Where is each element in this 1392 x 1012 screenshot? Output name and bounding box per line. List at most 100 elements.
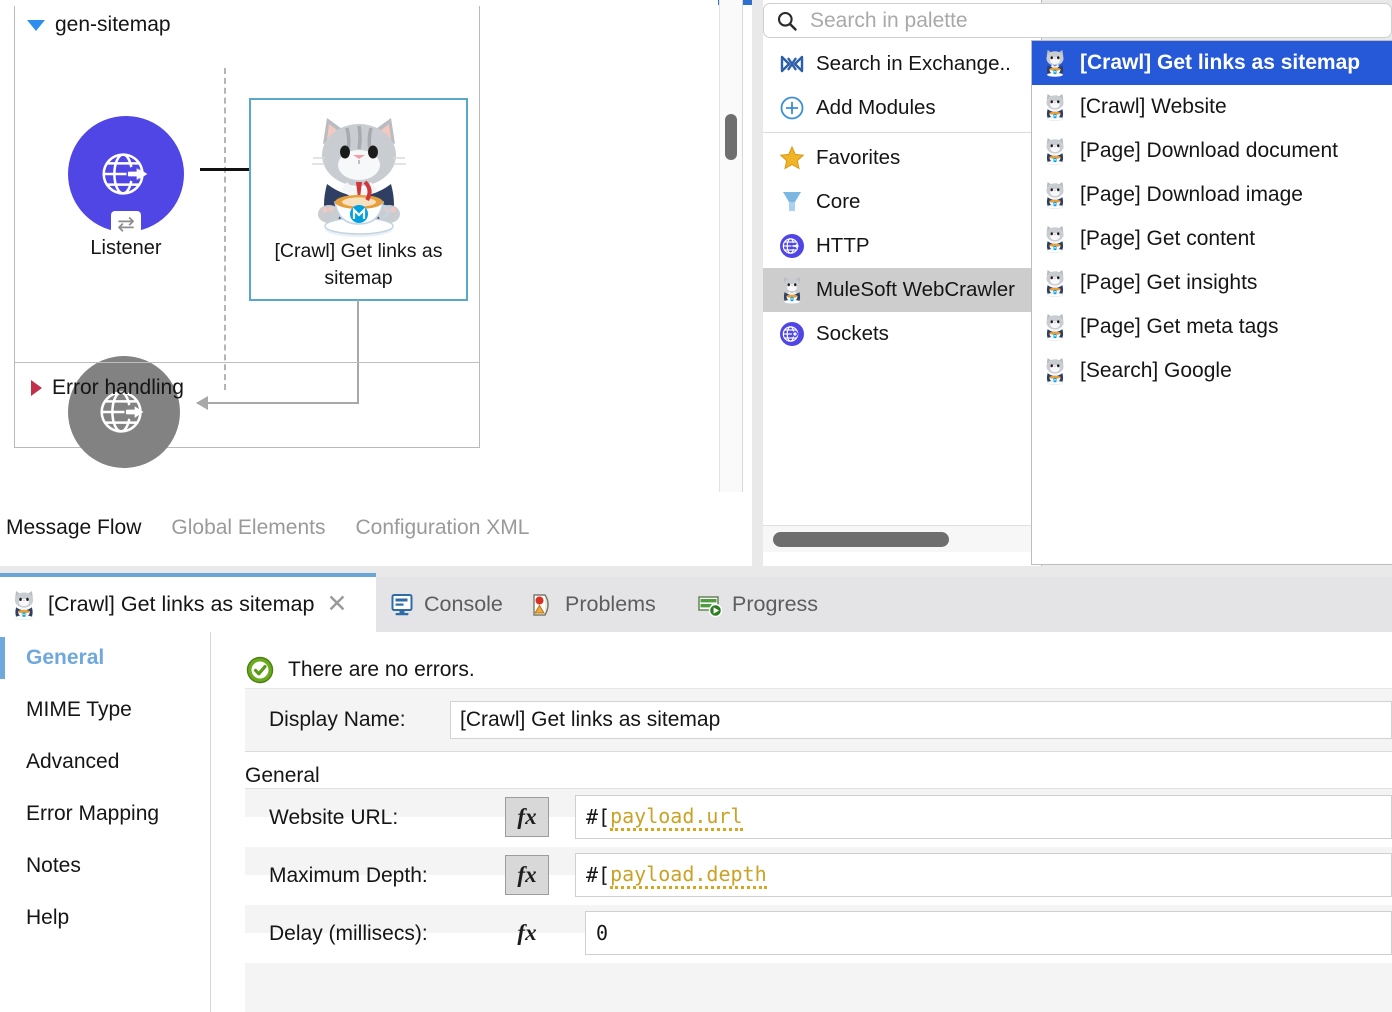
sidebar-item-label: General: [26, 646, 105, 669]
canvas-vertical-scrollbar[interactable]: [719, 0, 743, 492]
plus-circle-icon: [780, 96, 804, 120]
flyout-item-label: [Search] Google: [1080, 359, 1232, 382]
search-placeholder: Search in palette: [810, 8, 968, 32]
mulesoft-webcrawler-cat-icon: [14, 590, 34, 620]
mulesoft-webcrawler-cat-icon: [1046, 181, 1064, 209]
general-fields-group: Website URL: fx #[ payload.url Maximum D…: [245, 788, 1392, 1012]
palette-module-label: Favorites: [816, 146, 901, 169]
status-banner: There are no errors.: [246, 656, 475, 684]
flow-name: gen-sitemap: [55, 13, 171, 36]
delay-label: Delay (millisecs):: [269, 922, 428, 945]
palette-horizontal-scrollbar-thumb[interactable]: [773, 532, 949, 547]
palette-item-add-modules[interactable]: Add Modules: [763, 86, 1041, 130]
flow-header[interactable]: gen-sitemap: [15, 6, 479, 44]
palette-item-search-in-exchange[interactable]: Search in Exchange..: [763, 42, 1041, 86]
delay-input[interactable]: 0: [585, 911, 1392, 955]
mulesoft-webcrawler-cat-icon: [1046, 357, 1064, 385]
sidebar-item-notes[interactable]: Notes: [0, 840, 210, 892]
mulesoft-webcrawler-cat-icon: [1046, 269, 1064, 297]
field-row-delay: Delay (millisecs): fx 0: [245, 905, 1392, 963]
triangle-down-icon[interactable]: [27, 19, 45, 31]
palette-divider: [763, 132, 1041, 133]
sidebar-item-advanced[interactable]: Advanced: [0, 736, 210, 788]
exchange-icon: [780, 55, 804, 73]
progress-icon: [698, 595, 723, 617]
sidebar-item-label: MIME Type: [26, 698, 132, 721]
mule-palette: Search in Exchange.. Add Modules Favorit…: [752, 0, 1392, 566]
flyout-item-label: [Page] Get content: [1080, 227, 1256, 250]
canvas-vertical-scrollbar-thumb[interactable]: [725, 114, 737, 160]
maximum-depth-prefix: #[: [586, 863, 611, 887]
tab-console[interactable]: Console: [389, 577, 503, 632]
palette-items: Search in Exchange.. Add Modules Favorit…: [763, 42, 1041, 356]
flyout-item-page-get-content[interactable]: [Page] Get content: [1032, 217, 1392, 261]
tab-crawl-get-links-as-sitemap[interactable]: [Crawl] Get links as sitemap ✕: [0, 577, 376, 632]
palette-module-label: HTTP: [816, 234, 870, 257]
palette-operations-flyout: [Crawl] Get links as sitemap [Crawl] Web…: [1031, 40, 1392, 565]
sidebar-item-general[interactable]: General: [0, 632, 210, 684]
mulesoft-webcrawler-cat-icon: [311, 118, 406, 237]
display-name-input[interactable]: [Crawl] Get links as sitemap: [450, 701, 1392, 739]
flyout-item-page-get-meta-tags[interactable]: [Page] Get meta tags: [1032, 305, 1392, 349]
processor-node-crawl-get-links-as-sitemap[interactable]: [Crawl] Get links as sitemap: [249, 98, 468, 301]
mulesoft-webcrawler-cat-icon: [1046, 225, 1064, 253]
flow-canvas[interactable]: gen-sitemap ⇄ Listener [Crawl] Get links…: [0, 0, 718, 492]
general-section-title: General: [245, 764, 320, 787]
palette-module-core[interactable]: Core: [763, 180, 1041, 224]
search-input[interactable]: Search in palette: [763, 3, 1392, 38]
maximum-depth-fx-button[interactable]: fx: [505, 855, 549, 895]
website-url-prefix: #[: [586, 805, 611, 829]
website-url-label: Website URL:: [269, 806, 399, 829]
tab-configuration-xml[interactable]: Configuration XML: [355, 516, 529, 540]
tab-progress[interactable]: Progress: [697, 577, 818, 632]
success-check-icon: [246, 656, 274, 684]
flyout-item-page-download-image[interactable]: [Page] Download image: [1032, 173, 1392, 217]
field-row-maximum-depth: Maximum Depth: fx #[ payload.depth: [245, 847, 1392, 905]
palette-module-sockets[interactable]: Sockets: [763, 312, 1041, 356]
mulesoft-webcrawler-cat-icon: [1046, 49, 1064, 77]
field-row-website-url: Website URL: fx #[ payload.url: [245, 789, 1392, 847]
flyout-item-crawl-get-links-as-sitemap[interactable]: [Crawl] Get links as sitemap: [1032, 41, 1392, 85]
properties-sidebar: General MIME Type Advanced Error Mapping…: [0, 632, 211, 1012]
flow-lane-divider: [224, 68, 226, 390]
properties-form: There are no errors. Display Name: [Craw…: [211, 632, 1392, 1012]
palette-item-label: Add Modules: [816, 96, 936, 119]
flyout-item-search-google[interactable]: [Search] Google: [1032, 349, 1392, 393]
error-handling-section[interactable]: Error handling: [15, 363, 479, 412]
maximum-depth-input[interactable]: #[ payload.depth: [575, 853, 1392, 897]
close-icon[interactable]: ✕: [326, 592, 347, 617]
flyout-item-label: [Crawl] Website: [1080, 95, 1227, 118]
problems-icon: [533, 593, 549, 616]
palette-module-mulesoft-webcrawler[interactable]: MuleSoft WebCrawler: [763, 268, 1041, 312]
delay-fx-button[interactable]: fx: [505, 913, 549, 953]
sidebar-item-error-mapping[interactable]: Error Mapping: [0, 788, 210, 840]
mulesoft-webcrawler-cat-icon: [1046, 313, 1064, 341]
palette-horizontal-scrollbar[interactable]: [763, 525, 1041, 552]
palette-module-favorites[interactable]: Favorites: [763, 136, 1041, 180]
palette-item-label: Search in Exchange..: [816, 52, 1011, 75]
properties-panel: [Crawl] Get links as sitemap ✕ Console P…: [0, 566, 1392, 1012]
sidebar-item-help[interactable]: Help: [0, 892, 210, 944]
website-url-fx-button[interactable]: fx: [505, 797, 549, 837]
palette-search: Search in palette: [763, 3, 1392, 39]
tab-problems[interactable]: Problems: [530, 577, 656, 632]
active-tab-label: [Crawl] Get links as sitemap: [48, 592, 315, 616]
tab-global-elements[interactable]: Global Elements: [171, 516, 325, 540]
mulesoft-webcrawler-cat-icon: [783, 276, 801, 304]
flyout-item-crawl-website[interactable]: [Crawl] Website: [1032, 85, 1392, 129]
palette-module-http[interactable]: HTTP: [763, 224, 1041, 268]
flyout-item-label: [Crawl] Get links as sitemap: [1080, 51, 1361, 74]
flyout-item-label: [Page] Get insights: [1080, 271, 1258, 294]
sidebar-item-mime-type[interactable]: MIME Type: [0, 684, 210, 736]
flyout-item-page-download-document[interactable]: [Page] Download document: [1032, 129, 1392, 173]
flyout-item-page-get-insights[interactable]: [Page] Get insights: [1032, 261, 1392, 305]
error-handling-label: Error handling: [52, 375, 184, 399]
website-url-expression: payload.url: [610, 804, 743, 831]
http-listener-icon: [102, 153, 148, 195]
processor-label: [Crawl] Get links as sitemap: [274, 240, 443, 289]
tab-message-flow[interactable]: Message Flow: [6, 516, 141, 540]
triangle-right-icon[interactable]: [31, 379, 42, 396]
flow-body: ⇄ Listener [Crawl] Get links as sitemap …: [15, 44, 479, 468]
website-url-input[interactable]: #[ payload.url: [575, 795, 1392, 839]
flow-editor: gen-sitemap ⇄ Listener [Crawl] Get links…: [0, 0, 752, 566]
